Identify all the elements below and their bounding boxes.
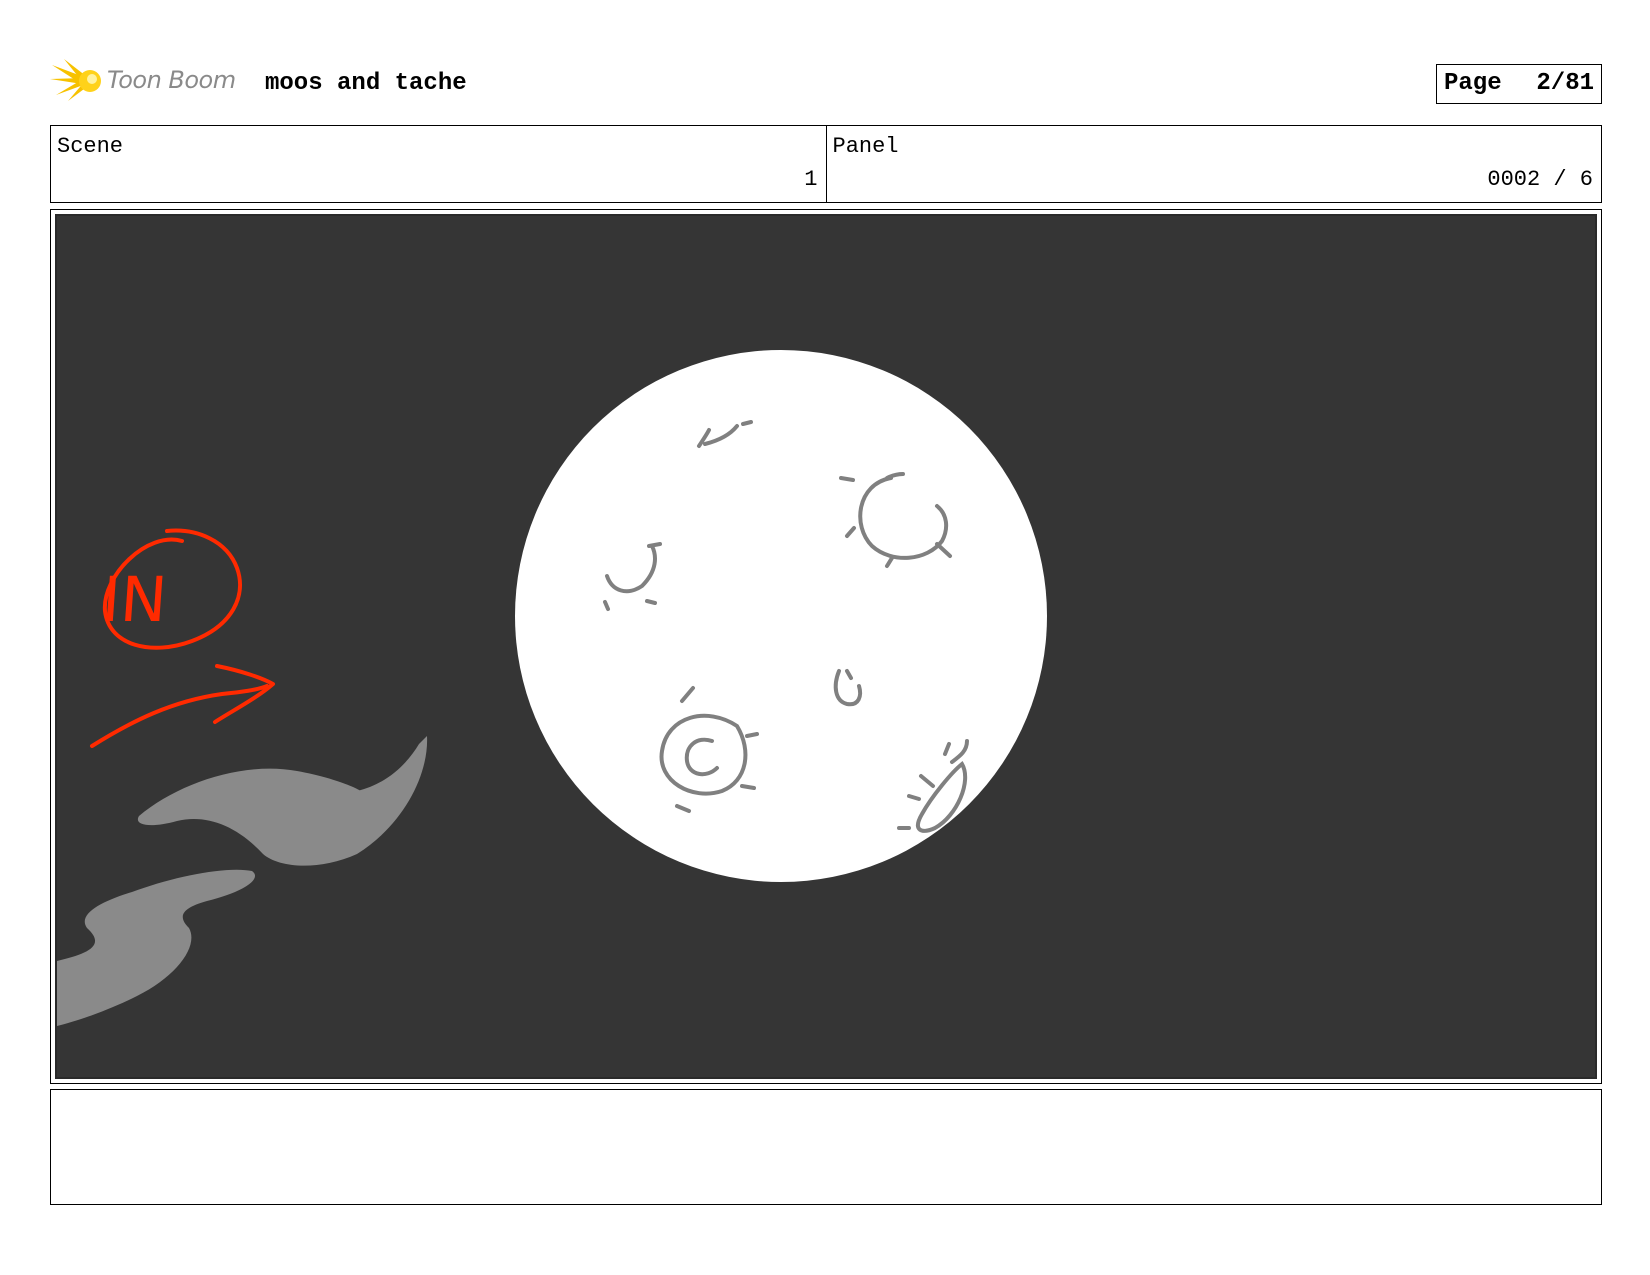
starburst-icon [50, 59, 101, 101]
page-indicator: Page 2/81 [1436, 64, 1602, 104]
cloud-shape-upper [137, 736, 428, 866]
moon [515, 350, 1047, 882]
panel-value: 0002 / 6 [1487, 167, 1593, 192]
panel-notes [50, 1089, 1602, 1205]
artwork-svg: IN [57, 350, 1047, 1026]
panel-artwork: IN [55, 214, 1597, 1079]
page-number: 2/81 [1536, 70, 1594, 97]
annotation-text: IN [100, 563, 170, 636]
scene-label: Scene [57, 134, 124, 159]
annotation-arrow [90, 664, 275, 748]
panel-frame: IN [50, 209, 1602, 1084]
panel-cell: Panel 0002 / 6 [825, 126, 1602, 202]
scene-value: 1 [804, 167, 818, 192]
storyboard-header: Toon Boom moos and tache Page 2/81 [50, 55, 1602, 107]
panel-label: Panel [832, 134, 899, 159]
scene-panel-info: Scene 1 Panel 0002 / 6 [50, 125, 1602, 203]
cloud-shape-lower [57, 869, 255, 1026]
logo-text: Toon Boom [107, 66, 236, 94]
page-label: Page [1444, 70, 1502, 97]
toon-boom-logo: Toon Boom [50, 57, 250, 103]
project-title: moos and tache [265, 70, 467, 97]
scene-cell: Scene 1 [51, 126, 826, 202]
